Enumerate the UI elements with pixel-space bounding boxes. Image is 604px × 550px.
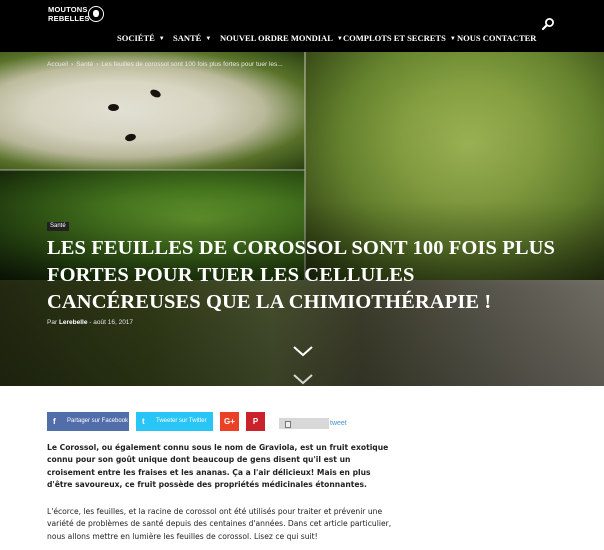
tweet-link[interactable]: tweet	[330, 420, 347, 427]
nav-item-nous-contacter[interactable]: NOUS CONTACTER	[457, 33, 536, 43]
breadcrumb: Accueil › Santé › Les feuilles de corossol s…	[47, 61, 283, 68]
share-twitter-button[interactable]: t Tweeter sur Twitter	[136, 412, 213, 431]
chevron-down-icon: ▼	[205, 36, 212, 42]
article-date: août 16, 2017	[93, 319, 134, 326]
share-googleplus-button[interactable]: G+	[220, 412, 239, 431]
nav-item-label: NOUS CONTACTER	[457, 33, 537, 43]
breadcrumb-home[interactable]: Accueil	[47, 61, 68, 68]
share-facebook-label: Partager sur Facebook	[67, 418, 129, 424]
share-twitter-label: Tweeter sur Twitter	[156, 418, 207, 424]
author-link[interactable]: Lerebelle	[59, 319, 88, 326]
logo-text: MOUTONS REBELLES	[48, 5, 90, 23]
nav-item-label: COMPLOTS ET SECRETS	[343, 33, 446, 43]
hero-overlay	[0, 52, 604, 386]
nav-item-sante[interactable]: SANTÉ ▼	[173, 33, 211, 43]
breadcrumb-current: Les feuilles de corossol sont 100 fois p…	[101, 61, 283, 68]
article-meta: Par Lerebelle - août 16, 2017	[47, 319, 133, 326]
nav-item-label: NOUVEL ORDRE MONDIAL	[220, 33, 333, 43]
scroll-down-icon[interactable]	[292, 370, 314, 385]
main-menu: SOCIÉTÉ ▼ SANTÉ ▼ NOUVEL ORDRE MONDIAL ▼ CO…	[0, 33, 604, 45]
top-navbar: MOUTONS REBELLES SOCIÉTÉ ▼ SANTÉ ▼ NOUVEL …	[0, 0, 604, 52]
hero-banner: Accueil › Santé › Les feuilles de corossol s…	[0, 52, 604, 386]
facebook-icon: f	[53, 417, 56, 426]
search-icon[interactable]	[541, 16, 555, 31]
pinterest-icon: P	[252, 417, 259, 426]
twitter-icon: t	[142, 417, 145, 426]
logo-line-2: REBELLES	[48, 14, 90, 23]
nav-item-societe[interactable]: SOCIÉTÉ ▼	[117, 33, 165, 43]
googleplus-icon: G+	[224, 417, 235, 426]
breadcrumb-category[interactable]: Santé	[76, 61, 93, 68]
logo-line-1: MOUTONS	[48, 5, 88, 14]
article-intro-paragraph: Le Corossol, ou également connu sous le …	[47, 443, 389, 489]
article-paragraph: L'écorce, les feuilles, et la racine de …	[47, 507, 392, 541]
site-logo[interactable]: MOUTONS REBELLES	[48, 5, 106, 27]
breadcrumb-separator-icon: ›	[70, 61, 74, 68]
chevron-down-icon: ▼	[336, 36, 343, 42]
nav-item-complots-et-secrets[interactable]: COMPLOTS ET SECRETS ▼	[343, 33, 456, 43]
nav-item-label: SOCIÉTÉ	[117, 33, 155, 43]
meta-by: Par	[47, 319, 58, 326]
broken-image-icon	[285, 421, 291, 428]
sheep-logo-icon	[88, 6, 104, 22]
nav-item-nouvel-ordre-mondial[interactable]: NOUVEL ORDRE MONDIAL ▼	[220, 33, 343, 43]
chevron-down-icon: ▼	[158, 36, 165, 42]
article-title: Les feuilles de corossol sont 100 fois p…	[47, 237, 556, 313]
scroll-down-icon[interactable]	[292, 342, 314, 357]
breadcrumb-separator-icon: ›	[96, 61, 99, 68]
nav-item-label: SANTÉ	[173, 33, 202, 43]
category-badge[interactable]: Santé	[47, 222, 69, 231]
chevron-down-icon: ▼	[449, 36, 456, 42]
share-pinterest-button[interactable]: P	[246, 412, 265, 431]
share-facebook-button[interactable]: f Partager sur Facebook	[47, 412, 129, 431]
